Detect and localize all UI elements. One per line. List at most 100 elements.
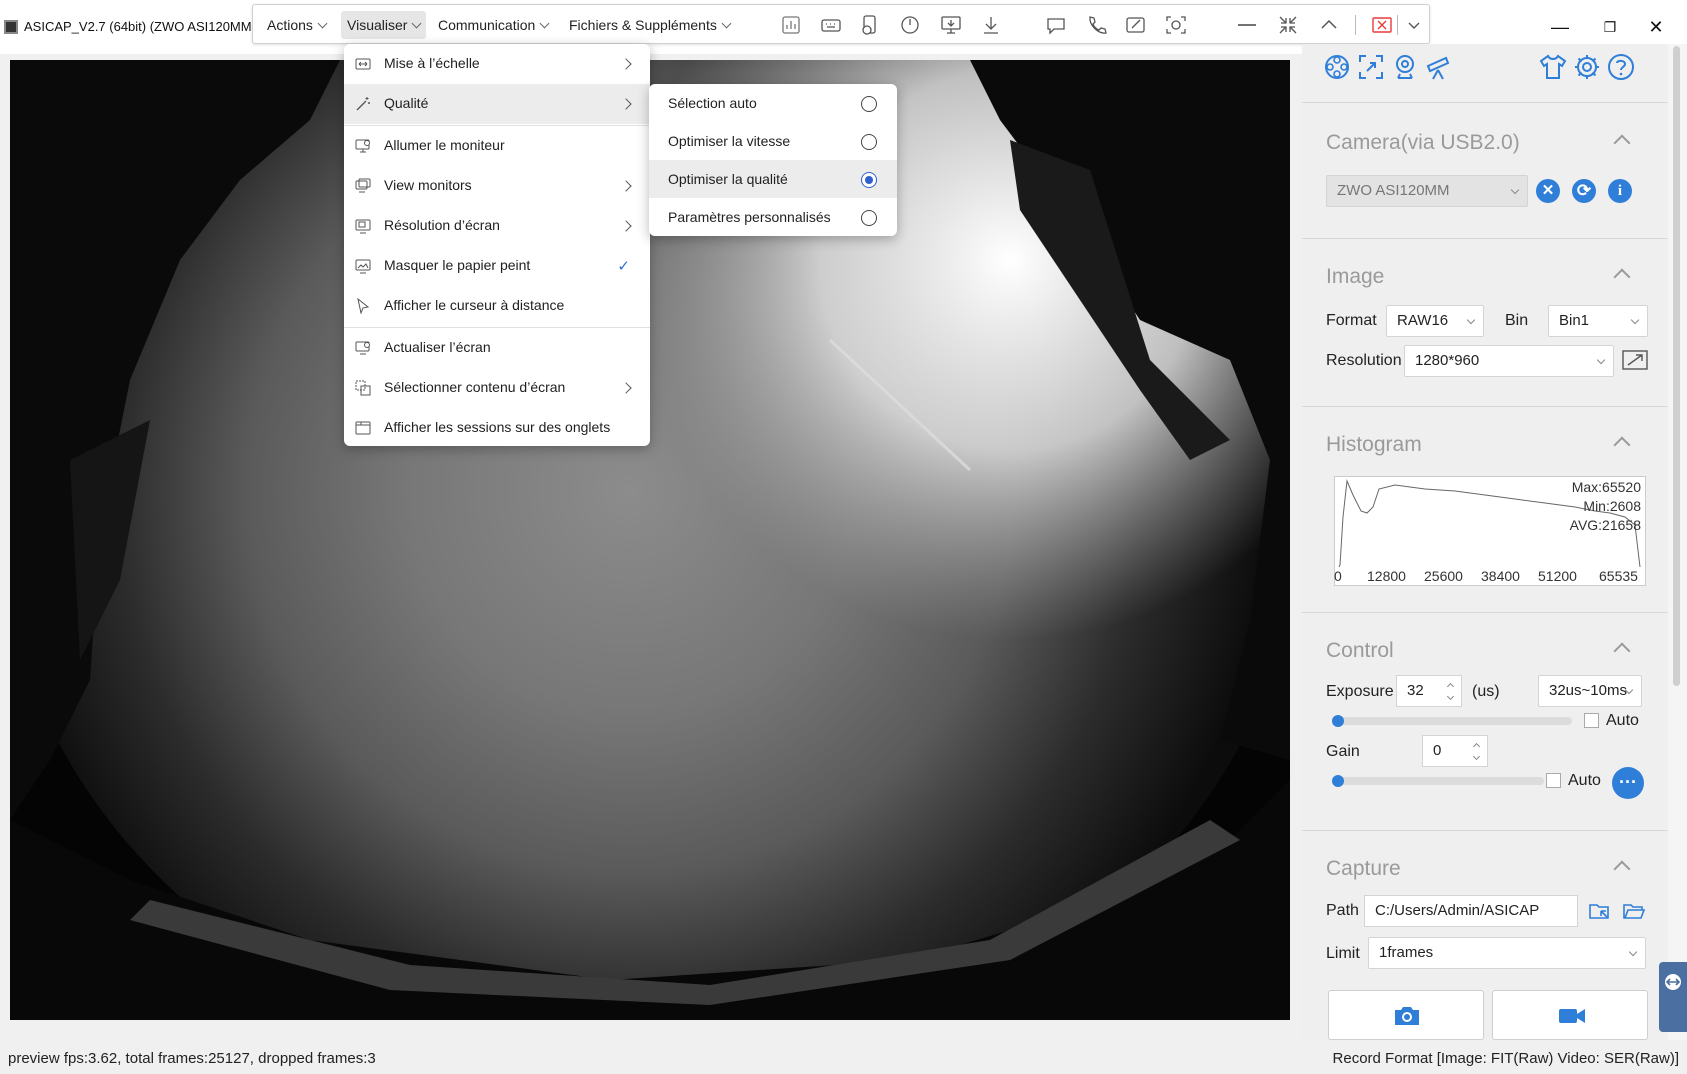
path-value: C:/Users/Admin/ASICAP — [1375, 902, 1540, 919]
radio-button[interactable] — [861, 134, 877, 150]
exposure-slider[interactable] — [1332, 715, 1572, 727]
limit-label: Limit — [1326, 945, 1360, 962]
open-folder-icon[interactable] — [1622, 899, 1646, 923]
window-title: ASICAP_V2.7 (64bit) (ZWO ASI120MM: 25.2 — [24, 19, 285, 34]
spin-up-icon[interactable] — [1446, 682, 1455, 691]
chevron-down-icon — [317, 18, 328, 29]
settings-gear-icon[interactable] — [1572, 52, 1602, 82]
collapse-icon[interactable] — [1277, 14, 1299, 36]
download-icon[interactable] — [980, 14, 1002, 36]
gain-slider[interactable] — [1332, 775, 1544, 787]
roi-icon[interactable] — [1622, 349, 1648, 371]
minimize-icon[interactable] — [1236, 14, 1258, 36]
menu-communication[interactable]: Communication — [432, 11, 554, 39]
spin-up-icon[interactable] — [1472, 742, 1481, 751]
remote-side-tab[interactable] — [1659, 962, 1687, 1032]
device-icon[interactable] — [859, 14, 881, 36]
toolbar-separator — [1355, 15, 1356, 35]
exposure-auto-checkbox[interactable] — [1584, 713, 1599, 728]
exposure-value: 32 — [1407, 682, 1424, 699]
path-label: Path — [1326, 902, 1359, 919]
close-window-button[interactable]: ✕ — [1636, 14, 1676, 40]
camera-info-button[interactable]: i — [1608, 179, 1632, 203]
radio-button-selected[interactable] — [861, 172, 877, 188]
select-folder-icon[interactable] — [1588, 899, 1612, 923]
refresh-camera-button[interactable]: ⟳ — [1572, 179, 1596, 203]
wheel-icon[interactable] — [1322, 52, 1352, 82]
collapse-caret-icon[interactable] — [1613, 860, 1631, 878]
webcam-icon[interactable] — [1390, 52, 1420, 82]
chevron-down-icon[interactable] — [1403, 14, 1425, 36]
slider-knob[interactable] — [1332, 775, 1344, 787]
monitor-icon[interactable] — [940, 14, 962, 36]
quality-option-custom[interactable]: Paramètres personnalisés — [649, 198, 897, 236]
quality-wand-icon — [356, 97, 370, 111]
dropdown-arrow-icon — [1510, 185, 1520, 195]
collapse-caret-icon[interactable] — [1613, 642, 1631, 660]
capture-image-button[interactable] — [1328, 990, 1484, 1040]
monitors-icon — [355, 178, 371, 193]
menu-actions[interactable]: Actions — [261, 11, 332, 39]
radio-button[interactable] — [861, 210, 877, 226]
radio-button[interactable] — [861, 96, 877, 112]
screenshot-icon[interactable] — [1165, 14, 1187, 36]
chat-icon[interactable] — [1045, 14, 1067, 36]
camera-select[interactable]: ZWO ASI120MM — [1326, 175, 1528, 207]
more-options-button[interactable]: ··· — [1612, 767, 1644, 799]
spin-down-icon[interactable] — [1446, 692, 1455, 701]
gain-auto-checkbox[interactable] — [1546, 773, 1561, 788]
minimize-button[interactable]: — — [1540, 14, 1580, 40]
menu-item-session-tabs[interactable]: Afficher les sessions sur des onglets — [344, 408, 650, 448]
menu-visualiser[interactable]: Visualiser — [341, 11, 427, 39]
format-select[interactable]: RAW16 — [1386, 305, 1484, 337]
menu-fichiers[interactable]: Fichiers & Suppléments — [563, 11, 736, 39]
shirt-icon[interactable] — [1538, 52, 1568, 82]
collapse-caret-icon[interactable] — [1613, 268, 1631, 286]
menu-item-screen-resolution[interactable]: Résolution d’écran — [344, 206, 650, 246]
visualiser-menu: Mise à l’échelle Qualité Allumer le moni… — [344, 44, 650, 446]
exposure-input[interactable]: 32 — [1396, 675, 1462, 707]
collapse-caret-icon[interactable] — [1613, 436, 1631, 454]
collapse-caret-icon[interactable] — [1613, 134, 1631, 152]
dropdown-arrow-icon — [1596, 355, 1606, 365]
quality-option-quality[interactable]: Optimiser la qualité — [649, 160, 897, 198]
menu-item-quality[interactable]: Qualité — [344, 84, 650, 124]
bin-select[interactable]: Bin1 — [1548, 305, 1648, 337]
menu-item-scale[interactable]: Mise à l’échelle — [344, 44, 650, 84]
resolution-select[interactable]: 1280*960 — [1404, 345, 1614, 377]
preview-stats: preview fps:3.62, total frames:25127, dr… — [8, 1050, 376, 1067]
exposure-range-select[interactable]: 32us~10ms — [1538, 675, 1642, 707]
image-section: Image Format RAW16 Bin Bin1 Resolution 1… — [1302, 238, 1668, 408]
whiteboard-icon[interactable] — [1125, 14, 1147, 36]
record-video-button[interactable] — [1492, 990, 1648, 1040]
menu-item-hide-wallpaper[interactable]: Masquer le papier peint ✓ — [344, 246, 650, 286]
spin-down-icon[interactable] — [1472, 752, 1481, 761]
telescope-icon[interactable] — [1424, 52, 1454, 82]
menu-item-select-content[interactable]: Sélectionner contenu d’écran — [344, 368, 650, 408]
menu-item-remote-cursor[interactable]: Afficher le curseur à distance — [344, 286, 650, 326]
toolbar-separator — [1397, 15, 1398, 35]
quality-option-speed[interactable]: Optimiser la vitesse — [649, 122, 897, 160]
crop-icon[interactable] — [1356, 52, 1386, 82]
gain-input[interactable]: 0 — [1422, 735, 1488, 767]
maximize-button[interactable]: ❐ — [1590, 14, 1630, 40]
quality-option-auto[interactable]: Sélection auto — [649, 84, 897, 122]
keyboard-icon[interactable] — [820, 14, 842, 36]
power-icon[interactable] — [899, 14, 921, 36]
menu-item-monitor-on[interactable]: Allumer le moniteur — [344, 126, 650, 166]
close-session-icon[interactable] — [1371, 14, 1393, 36]
checkmark-icon: ✓ — [617, 258, 630, 275]
chevron-up-icon[interactable] — [1318, 14, 1340, 36]
histogram-axis-tick: 0 — [1334, 568, 1342, 584]
phone-icon[interactable] — [1085, 14, 1107, 36]
scrollbar-thumb[interactable] — [1673, 46, 1680, 686]
menu-item-view-monitors[interactable]: View monitors — [344, 166, 650, 206]
menu-item-refresh-screen[interactable]: Actualiser l’écran — [344, 328, 650, 368]
limit-select[interactable]: 1frames — [1368, 937, 1646, 969]
help-icon[interactable] — [1606, 52, 1636, 82]
disconnect-camera-button[interactable]: ✕ — [1536, 179, 1560, 203]
scale-icon — [355, 58, 371, 70]
path-input[interactable]: C:/Users/Admin/ASICAP — [1364, 895, 1578, 927]
chart-icon[interactable] — [780, 14, 802, 36]
slider-knob[interactable] — [1332, 715, 1344, 727]
